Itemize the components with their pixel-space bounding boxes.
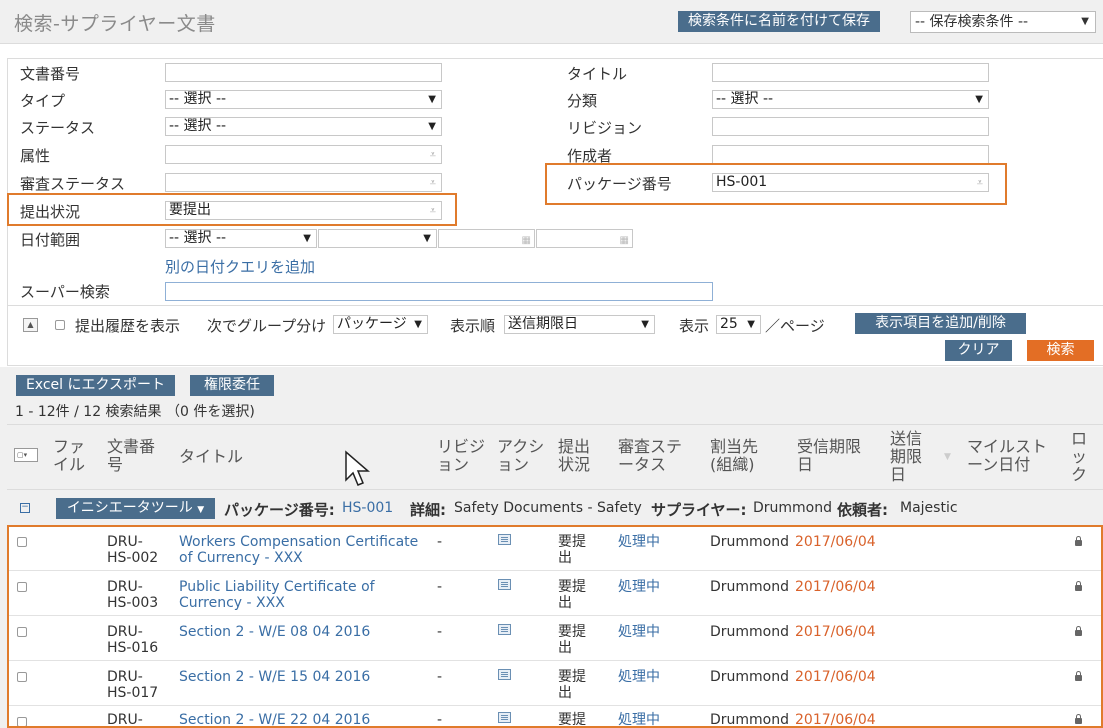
group-requester-label: 依頼者: bbox=[837, 501, 888, 519]
doc-number-label: 文書番号 bbox=[20, 65, 81, 83]
submission-highlight bbox=[7, 193, 457, 226]
date-range-value: -- 選択 -- bbox=[169, 230, 227, 246]
chevron-down-icon: ▼ bbox=[303, 233, 311, 244]
column-received-due[interactable]: 受信期限日 bbox=[797, 438, 861, 474]
toolbar-divider bbox=[7, 305, 1103, 306]
type-label: タイプ bbox=[20, 92, 66, 110]
group-package-link[interactable]: HS-001 bbox=[342, 500, 393, 516]
export-excel-button[interactable]: Excel にエクスポート bbox=[16, 375, 175, 396]
add-remove-columns-button[interactable]: 表示項目を追加/削除 bbox=[855, 313, 1026, 334]
collapse-group-icon[interactable]: − bbox=[20, 503, 30, 513]
chevron-down-icon: ▼ bbox=[423, 233, 431, 244]
chevron-down-icon: ⩡ bbox=[429, 148, 436, 161]
page-title: 検索-サプライヤー文書 bbox=[14, 13, 216, 35]
category-select[interactable]: -- 選択 -- ▼ bbox=[712, 90, 989, 109]
order-select[interactable]: 送信期限日 ▼ bbox=[504, 315, 655, 334]
column-review-status[interactable]: 審査ステ ータス bbox=[618, 438, 682, 474]
chevron-down-icon: ▼ bbox=[641, 319, 649, 330]
search-button[interactable]: 検索 bbox=[1027, 340, 1094, 361]
group-supplier-value: Drummond bbox=[753, 500, 833, 516]
results-count: 1 - 12件 / 12 検索結果 （0 件を選択) bbox=[15, 404, 255, 420]
super-search-input[interactable] bbox=[165, 282, 713, 301]
table-header bbox=[7, 424, 1103, 490]
show-history-label: 提出履歴を表示 bbox=[75, 317, 181, 335]
saved-search-select[interactable]: -- 保存検索条件 -- ▼ bbox=[910, 11, 1096, 33]
per-page-label: ／ページ bbox=[765, 317, 825, 335]
saved-search-value: -- 保存検索条件 -- bbox=[915, 14, 1029, 30]
chevron-down-icon: ▼ bbox=[428, 94, 436, 105]
title-input[interactable] bbox=[712, 63, 989, 82]
sort-down-icon[interactable]: ▼ bbox=[944, 452, 951, 462]
page-header: 検索-サプライヤー文書 検索条件に名前を付けて保存 -- 保存検索条件 -- ▼ bbox=[0, 0, 1103, 44]
date-range-label: 日付範囲 bbox=[20, 231, 81, 249]
revision-label: リビジョン bbox=[567, 119, 643, 137]
show-history-checkbox[interactable] bbox=[55, 320, 65, 330]
chevron-down-icon: ▼ bbox=[428, 121, 436, 132]
show-label: 表示 bbox=[679, 317, 710, 335]
category-value: -- 選択 -- bbox=[716, 91, 774, 107]
column-submission[interactable]: 提出 状況 bbox=[558, 438, 590, 474]
date-from-input[interactable]: ▦ bbox=[438, 229, 535, 248]
order-label: 表示順 bbox=[450, 317, 496, 335]
group-supplier-label: サプライヤー: bbox=[651, 501, 747, 519]
order-value: 送信期限日 bbox=[508, 316, 578, 332]
review-status-label: 審査ステータス bbox=[20, 175, 126, 193]
collapse-icon[interactable]: ▲ bbox=[23, 318, 38, 332]
status-value: -- 選択 -- bbox=[169, 118, 227, 134]
chevron-down-icon: ▼ bbox=[414, 319, 422, 330]
title-label: タイトル bbox=[567, 65, 628, 83]
category-label: 分類 bbox=[567, 92, 598, 110]
attribute-label: 属性 bbox=[20, 147, 51, 165]
chevron-down-icon: ⩡ bbox=[429, 176, 436, 189]
group-package-label: パッケージ番号: bbox=[224, 501, 335, 519]
column-milestone[interactable]: マイルスト ーン日付 bbox=[967, 438, 1047, 474]
chevron-down-icon: ▼ bbox=[975, 94, 983, 105]
add-date-query-link[interactable]: 別の日付クエリを追加 bbox=[165, 256, 315, 277]
type-value: -- 選択 -- bbox=[169, 91, 227, 107]
page-size-value: 25 bbox=[720, 316, 738, 332]
column-action[interactable]: アクシ ョン bbox=[497, 438, 544, 474]
clear-button[interactable]: クリア bbox=[945, 340, 1012, 361]
mouse-cursor-icon bbox=[345, 450, 371, 486]
column-revision[interactable]: リビジ ョン bbox=[437, 438, 485, 474]
initiator-tools-button[interactable]: イニシエータツール ▼ bbox=[56, 498, 215, 519]
save-search-button[interactable]: 検索条件に名前を付けて保存 bbox=[678, 11, 880, 32]
group-by-value: パッケージ bbox=[337, 316, 407, 332]
rows-highlight bbox=[7, 525, 1103, 728]
chevron-down-icon: ▼ bbox=[197, 505, 205, 515]
group-requester-value: Majestic bbox=[900, 500, 958, 516]
page-size-select[interactable]: 25 ▼ bbox=[716, 315, 761, 334]
chevron-down-icon: ▼ bbox=[1081, 16, 1089, 27]
select-all-checkbox[interactable]: ▢▾ bbox=[14, 448, 38, 462]
chevron-down-icon: ▼ bbox=[747, 319, 755, 330]
column-file[interactable]: ファ イル bbox=[53, 438, 85, 474]
revision-input[interactable] bbox=[712, 117, 989, 136]
date-to-input[interactable]: ▦ bbox=[536, 229, 633, 248]
group-by-select[interactable]: パッケージ ▼ bbox=[333, 315, 428, 334]
delegate-button[interactable]: 権限委任 bbox=[190, 375, 274, 396]
calendar-icon[interactable]: ▦ bbox=[522, 232, 531, 249]
doc-number-input[interactable] bbox=[165, 63, 442, 82]
type-select[interactable]: -- 選択 -- ▼ bbox=[165, 90, 442, 109]
column-title[interactable]: タイトル bbox=[179, 448, 243, 466]
review-status-select[interactable]: ⩡ bbox=[165, 173, 442, 192]
column-send-due[interactable]: 送信 期限日 bbox=[890, 430, 922, 484]
column-assignee[interactable]: 割当先 (組織) bbox=[710, 438, 758, 474]
column-lock[interactable]: ロック bbox=[1071, 430, 1087, 484]
calendar-icon[interactable]: ▦ bbox=[620, 232, 629, 249]
super-search-label: スーパー検索 bbox=[20, 283, 110, 301]
date-range-select[interactable]: -- 選択 -- ▼ bbox=[165, 229, 317, 248]
status-label: ステータス bbox=[20, 119, 96, 137]
attribute-select[interactable]: ⩡ bbox=[165, 145, 442, 164]
group-by-label: 次でグループ分け bbox=[207, 317, 327, 335]
author-input[interactable] bbox=[712, 145, 989, 164]
column-doc-number[interactable]: 文書番号 bbox=[107, 438, 155, 474]
status-select[interactable]: -- 選択 -- ▼ bbox=[165, 117, 442, 136]
group-detail-value: Safety Documents - Safety bbox=[454, 500, 642, 516]
group-detail-label: 詳細: bbox=[410, 501, 446, 519]
date-condition-select[interactable]: ▼ bbox=[318, 229, 437, 248]
package-highlight bbox=[545, 163, 1007, 205]
